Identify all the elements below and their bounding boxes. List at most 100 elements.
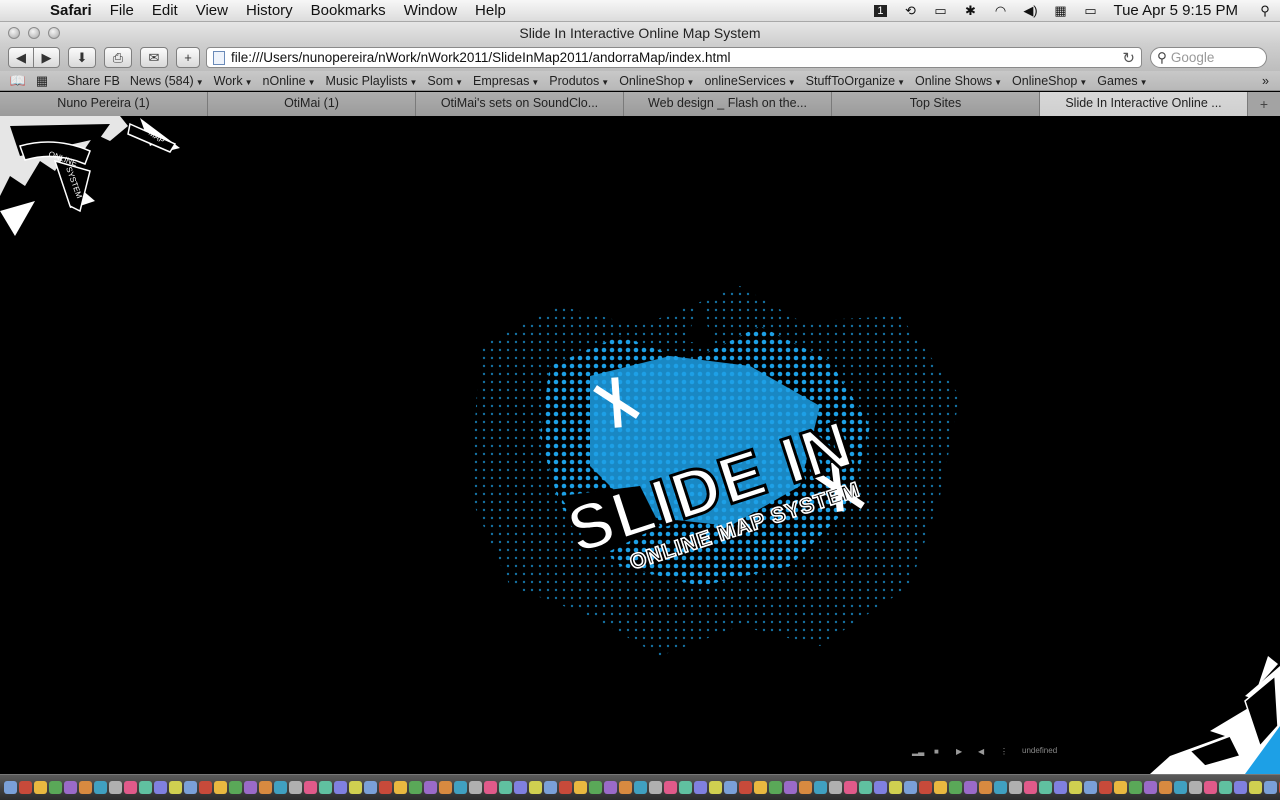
reading-list-icon[interactable]: 📖 xyxy=(6,73,30,89)
dock-app-icon[interactable] xyxy=(34,781,47,794)
tab-nuno-pereira[interactable]: Nuno Pereira (1) xyxy=(0,92,208,116)
dock-app-icon[interactable] xyxy=(769,781,782,794)
dock-app-icon[interactable] xyxy=(919,781,932,794)
dock-app-icon[interactable] xyxy=(754,781,767,794)
dock-app-icon[interactable] xyxy=(739,781,752,794)
dock-app-icon[interactable] xyxy=(544,781,557,794)
one-password-icon[interactable]: 1 xyxy=(865,0,895,22)
dock-app-icon[interactable] xyxy=(994,781,1007,794)
dock-app-icon[interactable] xyxy=(874,781,887,794)
bookmark-item[interactable]: News (584) ▼ xyxy=(125,74,209,88)
battery-icon[interactable]: ▭ xyxy=(1075,0,1105,22)
bookmark-item[interactable]: Online Shows ▼ xyxy=(910,74,1007,88)
dock-app-icon[interactable] xyxy=(94,781,107,794)
dock-app-icon[interactable] xyxy=(1144,781,1157,794)
calendar-icon[interactable]: ▦ xyxy=(1045,0,1075,22)
tab-top-sites[interactable]: Top Sites xyxy=(832,92,1040,116)
dock-app-icon[interactable] xyxy=(124,781,137,794)
bookmark-item[interactable]: Empresas ▼ xyxy=(468,74,544,88)
top-sites-grid-icon[interactable]: ▦ xyxy=(30,73,54,89)
dock-app-icon[interactable] xyxy=(829,781,842,794)
close-window-button[interactable] xyxy=(8,27,20,39)
dock-app-icon[interactable] xyxy=(664,781,677,794)
dock-app-icon[interactable] xyxy=(229,781,242,794)
dock-app-icon[interactable] xyxy=(379,781,392,794)
tab-slide-in-active[interactable]: Slide In Interactive Online ... xyxy=(1040,92,1248,116)
menubar-clock[interactable]: Tue Apr 5 9:15 PM xyxy=(1105,2,1250,19)
dock-app-icon[interactable] xyxy=(649,781,662,794)
bookmarks-overflow-button[interactable]: » xyxy=(1257,74,1274,88)
dock-app-icon[interactable] xyxy=(799,781,812,794)
dock-app-icon[interactable] xyxy=(844,781,857,794)
display-icon[interactable]: ▭ xyxy=(925,0,955,22)
dock-app-icon[interactable] xyxy=(1234,781,1247,794)
bookmark-item[interactable]: Produtos ▼ xyxy=(544,74,614,88)
dock-app-icon[interactable] xyxy=(4,781,17,794)
dock-app-icon[interactable] xyxy=(64,781,77,794)
menu-edit[interactable]: Edit xyxy=(143,2,187,19)
dock-app-icon[interactable] xyxy=(679,781,692,794)
dock-app-icon[interactable] xyxy=(454,781,467,794)
dock-app-icon[interactable] xyxy=(499,781,512,794)
tab-otimai[interactable]: OtiMai (1) xyxy=(208,92,416,116)
bookmark-item[interactable]: StuffToOrganize ▼ xyxy=(801,74,910,88)
dock-app-icon[interactable] xyxy=(154,781,167,794)
back-button[interactable]: ◀ xyxy=(8,47,34,68)
url-text[interactable]: file:///Users/nunopereira/nWork/nWork201… xyxy=(231,50,1122,65)
dock-app-icon[interactable] xyxy=(424,781,437,794)
volume-icon[interactable]: ◀ xyxy=(978,747,990,756)
dock-app-icon[interactable] xyxy=(469,781,482,794)
address-bar[interactable]: file:///Users/nunopereira/nWork/nWork201… xyxy=(206,47,1142,68)
menu-file[interactable]: File xyxy=(101,2,143,19)
dock-app-icon[interactable] xyxy=(979,781,992,794)
menu-window[interactable]: Window xyxy=(395,2,466,19)
play-icon[interactable]: ▶ xyxy=(956,747,968,756)
dock-app-icon[interactable] xyxy=(1204,781,1217,794)
dock-app-icon[interactable] xyxy=(1264,781,1277,794)
bookmark-item[interactable]: Share FB xyxy=(62,74,125,88)
dock-app-icon[interactable] xyxy=(1249,781,1262,794)
dock-app-icon[interactable] xyxy=(1129,781,1142,794)
print-button[interactable]: ⎙ xyxy=(104,47,132,68)
dock-app-icon[interactable] xyxy=(79,781,92,794)
dock-app-icon[interactable] xyxy=(139,781,152,794)
dock-app-icon[interactable] xyxy=(604,781,617,794)
dock-app-icon[interactable] xyxy=(409,781,422,794)
dock-app-icon[interactable] xyxy=(1219,781,1232,794)
dock-app-icon[interactable] xyxy=(259,781,272,794)
menu-help[interactable]: Help xyxy=(466,2,515,19)
dock-app-icon[interactable] xyxy=(109,781,122,794)
bluetooth-icon[interactable]: ✱ xyxy=(955,0,985,22)
menu-view[interactable]: View xyxy=(187,2,237,19)
dock-app-icon[interactable] xyxy=(289,781,302,794)
wifi-icon[interactable]: ◠ xyxy=(985,0,1015,22)
equalizer-icon[interactable]: ▂▃ xyxy=(912,747,924,756)
dock-app-icon[interactable] xyxy=(574,781,587,794)
dock-app-icon[interactable] xyxy=(349,781,362,794)
tab-web-design[interactable]: Web design _ Flash on the... xyxy=(624,92,832,116)
minimize-window-button[interactable] xyxy=(28,27,40,39)
dock-app-icon[interactable] xyxy=(199,781,212,794)
dock-app-icon[interactable] xyxy=(559,781,572,794)
app-menu[interactable]: Safari xyxy=(44,2,101,19)
dock-app-icon[interactable] xyxy=(244,781,257,794)
dock-app-icon[interactable] xyxy=(394,781,407,794)
dock-app-icon[interactable] xyxy=(1114,781,1127,794)
dock-app-icon[interactable] xyxy=(859,781,872,794)
stop-icon[interactable]: ■ xyxy=(934,747,946,756)
dock-app-icon[interactable] xyxy=(1099,781,1112,794)
search-field[interactable]: ⚲ Google xyxy=(1150,47,1267,68)
dock-app-icon[interactable] xyxy=(514,781,527,794)
dock-app-icon[interactable] xyxy=(1159,781,1172,794)
dock-app-icon[interactable] xyxy=(949,781,962,794)
dock-app-icon[interactable] xyxy=(814,781,827,794)
dock-app-icon[interactable] xyxy=(334,781,347,794)
time-machine-icon[interactable]: ⟲ xyxy=(895,0,925,22)
dock-app-icon[interactable] xyxy=(1054,781,1067,794)
mail-button[interactable]: ✉ xyxy=(140,47,168,68)
dock-app-icon[interactable] xyxy=(1069,781,1082,794)
dock-app-icon[interactable] xyxy=(214,781,227,794)
tab-soundcloud[interactable]: OtiMai's sets on SoundClo... xyxy=(416,92,624,116)
dock-app-icon[interactable] xyxy=(709,781,722,794)
dock-app-icon[interactable] xyxy=(304,781,317,794)
